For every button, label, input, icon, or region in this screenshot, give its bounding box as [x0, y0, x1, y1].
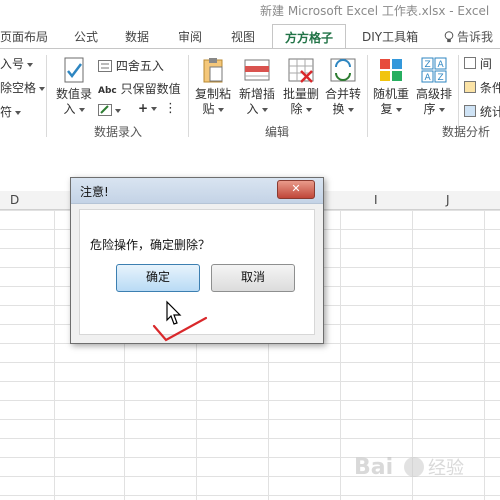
abc-icon: Abc — [98, 86, 117, 96]
close-icon: ✕ — [291, 182, 301, 195]
pencil-sheet-icon — [98, 104, 112, 116]
dialog-message: 危险操作，确定删除？ — [90, 238, 211, 252]
tab-data[interactable]: 数据 — [125, 28, 149, 45]
advanced-sort-button[interactable]: Z A A Z 高级排 序 — [413, 55, 455, 117]
condition-icon — [464, 81, 476, 93]
merge-icon — [330, 58, 356, 82]
more-icon[interactable]: ⋮ — [164, 101, 177, 116]
group-label-data-analysis: 数据分析 — [442, 125, 491, 139]
grid-row-line — [0, 495, 500, 496]
ribbon-tabs: 页面布局 公式 数据 审阅 视图 方方格子 DIY工具箱 — [0, 22, 500, 52]
ribbon-item-cut-3[interactable]: 符 — [0, 103, 22, 120]
random-grid-icon — [380, 59, 402, 81]
cancel-button[interactable]: 取消 — [211, 264, 295, 292]
insert-button[interactable]: 新增插 入 — [236, 55, 278, 117]
tab-formulas[interactable]: 公式 — [74, 28, 98, 45]
small-grid-icon — [464, 57, 476, 69]
svg-text:Z: Z — [438, 73, 444, 83]
dialog-title: 注意! — [80, 185, 109, 199]
svg-text:Z: Z — [425, 60, 431, 70]
svg-text:Bai: Bai — [354, 455, 393, 480]
ribbon-separator — [46, 55, 47, 137]
condition-button[interactable]: 条件 — [464, 79, 500, 96]
sort-az-icon: Z A A Z — [421, 57, 447, 83]
baidu-jingyan-watermark: Bai 经验 — [354, 455, 464, 480]
ribbon-item-cut-1[interactable]: 入号 — [0, 55, 34, 72]
column-header-j[interactable]: J — [446, 193, 450, 207]
grid-row-line — [0, 400, 500, 401]
grid-row-line — [0, 362, 500, 363]
ribbon-separator — [367, 55, 368, 137]
batch-delete-button[interactable]: 批量删 除 — [280, 55, 322, 117]
grid-row-line — [0, 381, 500, 382]
round-icon — [98, 60, 112, 72]
window-title: 新建 Microsoft Excel 工作表.xlsx - Excel — [260, 4, 490, 18]
plus-dropdown[interactable]: + — [138, 101, 158, 115]
tab-review[interactable]: 审阅 — [178, 28, 202, 45]
clipboard-icon — [203, 58, 223, 83]
column-header-i[interactable]: I — [374, 193, 378, 207]
ribbon-item-cut-2[interactable]: 除空格 — [0, 79, 46, 96]
interval-button[interactable]: 间 — [464, 55, 492, 72]
svg-text:A: A — [425, 73, 432, 83]
grid-row-line — [0, 419, 500, 420]
insert-rows-icon — [244, 59, 270, 81]
confirm-button[interactable]: 确定 — [116, 264, 200, 292]
tell-me-label: 告诉我 — [457, 30, 494, 44]
svg-text:经验: 经验 — [428, 458, 464, 479]
merge-convert-button[interactable]: 合并转 换 — [322, 55, 364, 117]
lightbulb-icon — [444, 31, 454, 43]
grid-row-line — [0, 438, 500, 439]
tab-view[interactable]: 视图 — [231, 28, 255, 45]
check-mark-icon — [152, 316, 208, 342]
window-titlebar: 新建 Microsoft Excel 工作表.xlsx - Excel — [0, 0, 500, 20]
tab-diy-toolbox[interactable]: DIY工具箱 — [362, 28, 418, 45]
data-entry-icon — [64, 57, 84, 83]
data-entry-button[interactable]: 数值录 入 — [52, 55, 96, 117]
svg-text:A: A — [438, 60, 445, 70]
statistics-button[interactable]: 统计 — [464, 103, 500, 120]
ribbon: 入号 除空格 符 数值录 入 四舍五入 Abc 只保留数值 + ⋮ 数据录入 复… — [0, 48, 500, 148]
column-header-d[interactable]: D — [10, 193, 19, 207]
delete-grid-icon — [288, 58, 314, 83]
round-button[interactable]: 四舍五入 — [98, 57, 164, 74]
random-repeat-button[interactable]: 随机重 复 — [370, 55, 412, 117]
group-label-edit: 编辑 — [265, 125, 290, 139]
tell-me-box[interactable]: 告诉我 — [444, 28, 493, 45]
grid-column-line — [340, 210, 341, 500]
group-label-data-entry: 数据录入 — [94, 125, 143, 139]
grid-column-line — [54, 210, 55, 500]
keep-values-button[interactable]: Abc 只保留数值 — [98, 80, 181, 97]
ribbon-separator — [188, 55, 189, 137]
edit-dropdown[interactable] — [98, 103, 121, 117]
dialog-titlebar[interactable]: 注意! ✕ — [71, 178, 323, 204]
tab-page-layout[interactable]: 页面布局 — [0, 28, 48, 45]
copy-paste-button[interactable]: 复制粘 贴 — [192, 55, 234, 117]
close-button[interactable]: ✕ — [277, 180, 315, 199]
statistics-icon — [464, 105, 476, 117]
